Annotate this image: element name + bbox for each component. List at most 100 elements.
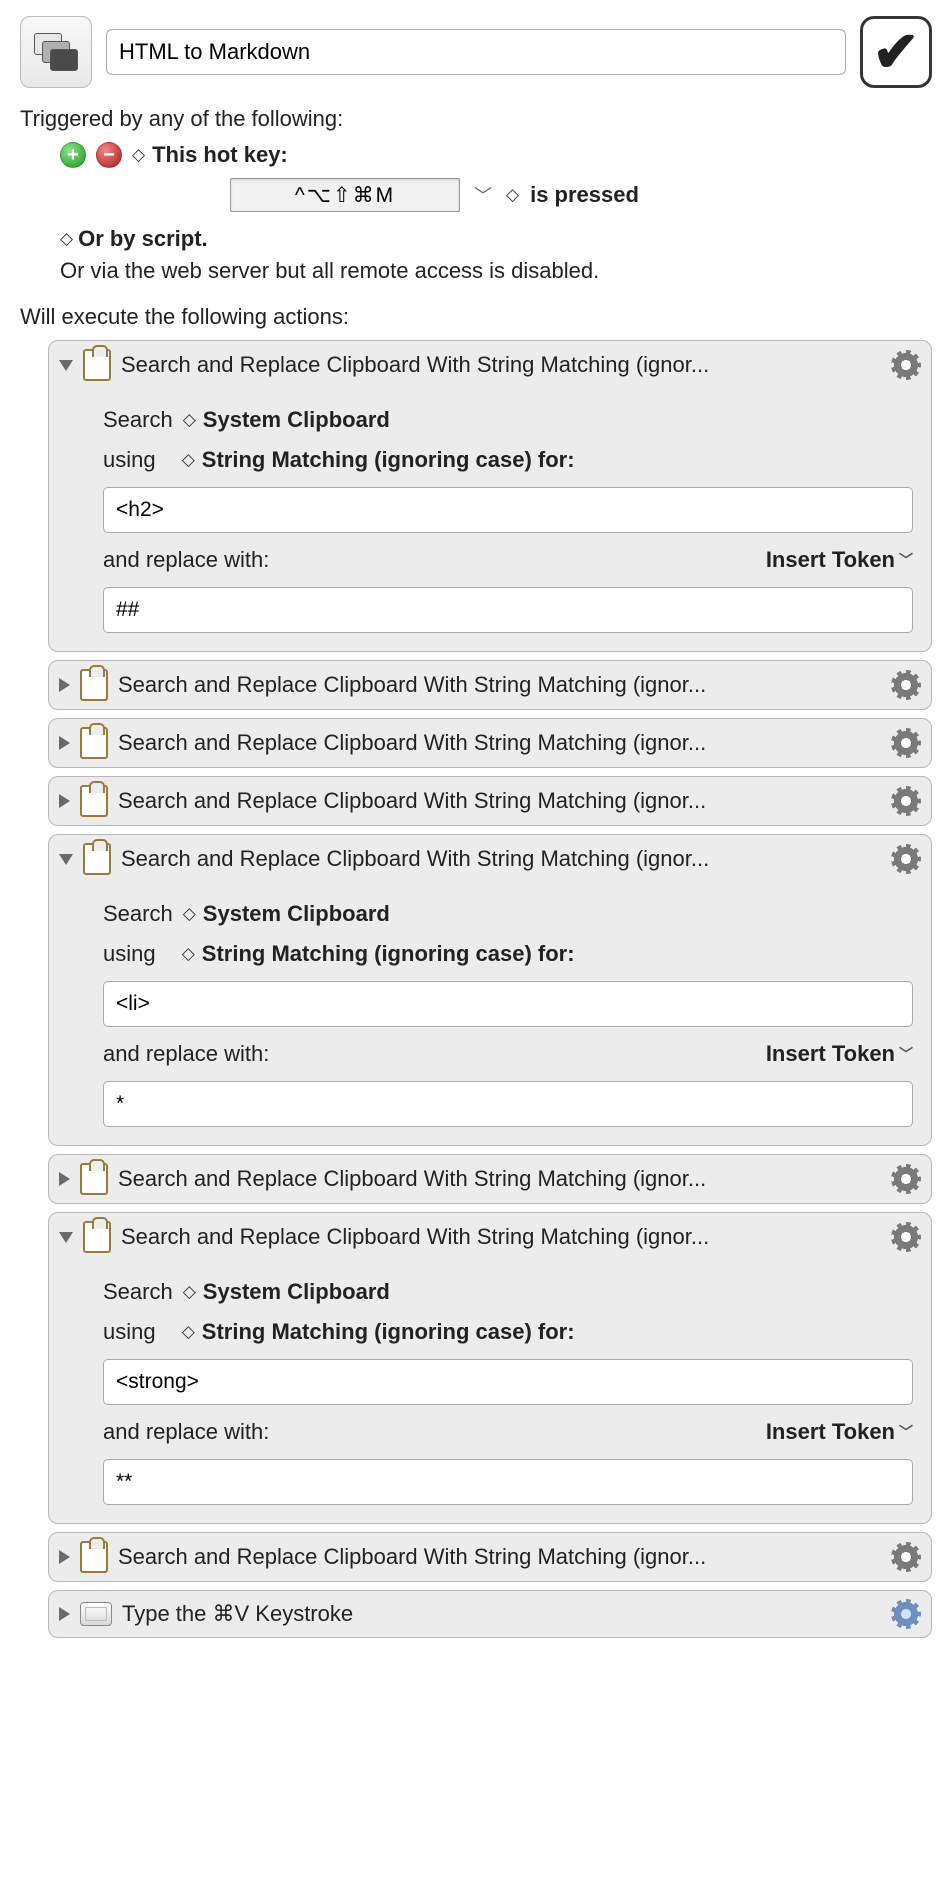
disclosure-triangle-icon[interactable] xyxy=(59,794,70,808)
match-mode-stepper[interactable]: ◇ xyxy=(182,944,192,964)
clipboard-icon xyxy=(83,843,111,875)
action-header[interactable]: Search and Replace Clipboard With String… xyxy=(49,1213,931,1261)
clipboard-icon xyxy=(80,1163,108,1195)
replace-with-input[interactable] xyxy=(103,1081,913,1127)
clipboard-source-label: System Clipboard xyxy=(203,407,390,433)
insert-token-button[interactable]: Insert Token ﹀ xyxy=(766,547,913,573)
hotkey-menu-chevron-icon[interactable]: ﹀ xyxy=(474,182,492,208)
action-item: Search and Replace Clipboard With String… xyxy=(48,660,932,710)
replace-with-label: and replace with: xyxy=(103,1419,269,1445)
action-item: Search and Replace Clipboard With String… xyxy=(48,1154,932,1204)
chevron-down-icon: ﹀ xyxy=(899,1422,913,1442)
hotkey-field[interactable] xyxy=(230,178,460,212)
script-label: Or by script. xyxy=(78,226,208,252)
action-body: Search ◇ System Clipboard using ◇ String Mat… xyxy=(49,883,931,1145)
action-header[interactable]: Search and Replace Clipboard With String… xyxy=(49,661,931,709)
action-header[interactable]: Search and Replace Clipboard With String… xyxy=(49,719,931,767)
action-title: Search and Replace Clipboard With String… xyxy=(118,788,881,814)
search-label: Search xyxy=(103,1279,173,1305)
clipboard-source-stepper[interactable]: ◇ xyxy=(183,904,193,924)
action-item: Search and Replace Clipboard With String… xyxy=(48,1532,932,1582)
remove-trigger-button[interactable]: − xyxy=(96,142,122,168)
replace-with-input[interactable] xyxy=(103,587,913,633)
using-label: using xyxy=(103,941,156,967)
action-item: Search and Replace Clipboard With String… xyxy=(48,340,932,652)
search-label: Search xyxy=(103,901,173,927)
hotkey-label: This hot key: xyxy=(152,142,288,168)
trigger-row-hotkey: + − ◇ This hot key: xyxy=(60,142,932,168)
search-for-input[interactable] xyxy=(103,981,913,1027)
action-item: Search and Replace Clipboard With String… xyxy=(48,834,932,1146)
action-title: Search and Replace Clipboard With String… xyxy=(118,1544,881,1570)
using-label: using xyxy=(103,447,156,473)
action-header[interactable]: Search and Replace Clipboard With String… xyxy=(49,835,931,883)
trigger-type-stepper[interactable]: ◇ xyxy=(132,145,142,165)
trigger-row-script: ◇ Or by script. xyxy=(60,226,932,252)
gear-icon[interactable] xyxy=(891,670,921,700)
search-for-input[interactable] xyxy=(103,1359,913,1405)
gear-icon[interactable] xyxy=(891,1599,921,1629)
disclosure-triangle-icon[interactable] xyxy=(59,1172,70,1186)
macro-icon[interactable] xyxy=(20,16,92,88)
chevron-down-icon: ﹀ xyxy=(899,550,913,570)
search-for-input[interactable] xyxy=(103,487,913,533)
action-title: Search and Replace Clipboard With String… xyxy=(121,846,881,872)
chevron-down-icon: ﹀ xyxy=(899,1044,913,1064)
disclosure-triangle-icon[interactable] xyxy=(59,854,73,865)
action-title: Search and Replace Clipboard With String… xyxy=(121,352,881,378)
clipboard-source-label: System Clipboard xyxy=(203,1279,390,1305)
action-title: Search and Replace Clipboard With String… xyxy=(118,730,881,756)
insert-token-button[interactable]: Insert Token ﹀ xyxy=(766,1419,913,1445)
disclosure-triangle-icon[interactable] xyxy=(59,1607,70,1621)
actions-heading: Will execute the following actions: xyxy=(20,304,932,330)
macro-header: ✔ xyxy=(20,16,932,88)
action-header[interactable]: Search and Replace Clipboard With String… xyxy=(49,341,931,389)
insert-token-button[interactable]: Insert Token ﹀ xyxy=(766,1041,913,1067)
add-trigger-button[interactable]: + xyxy=(60,142,86,168)
script-trigger-stepper[interactable]: ◇ xyxy=(60,229,70,249)
gear-icon[interactable] xyxy=(891,844,921,874)
gear-icon[interactable] xyxy=(891,1542,921,1572)
action-item: Search and Replace Clipboard With String… xyxy=(48,1212,932,1524)
clipboard-source-stepper[interactable]: ◇ xyxy=(183,410,193,430)
action-title: Search and Replace Clipboard With String… xyxy=(118,1166,881,1192)
clipboard-icon xyxy=(83,1221,111,1253)
action-header[interactable]: Type the ⌘V Keystroke xyxy=(49,1591,931,1637)
action-header[interactable]: Search and Replace Clipboard With String… xyxy=(49,1155,931,1203)
hotkey-config-row: ﹀ ◇ is pressed xyxy=(230,178,932,212)
disclosure-triangle-icon[interactable] xyxy=(59,736,70,750)
disclosure-triangle-icon[interactable] xyxy=(59,1232,73,1243)
replace-with-input[interactable] xyxy=(103,1459,913,1505)
match-mode-label: String Matching (ignoring case) for: xyxy=(202,447,575,473)
action-header[interactable]: Search and Replace Clipboard With String… xyxy=(49,777,931,825)
using-label: using xyxy=(103,1319,156,1345)
match-mode-stepper[interactable]: ◇ xyxy=(182,450,192,470)
trigger-row-remote: Or via the web server but all remote acc… xyxy=(60,258,932,284)
disclosure-triangle-icon[interactable] xyxy=(59,360,73,371)
macro-enabled-toggle[interactable]: ✔ xyxy=(860,16,932,88)
macro-title-input[interactable] xyxy=(106,29,846,75)
gear-icon[interactable] xyxy=(891,350,921,380)
gear-icon[interactable] xyxy=(891,1222,921,1252)
clipboard-icon xyxy=(80,785,108,817)
clipboard-icon xyxy=(80,1541,108,1573)
action-title: Type the ⌘V Keystroke xyxy=(122,1601,881,1627)
gear-icon[interactable] xyxy=(891,1164,921,1194)
clipboard-icon xyxy=(80,669,108,701)
hotkey-mode-stepper[interactable]: ◇ xyxy=(506,185,516,205)
clipboard-source-stepper[interactable]: ◇ xyxy=(183,1282,193,1302)
remote-label: Or via the web server but all remote acc… xyxy=(60,258,599,283)
disclosure-triangle-icon[interactable] xyxy=(59,678,70,692)
disclosure-triangle-icon[interactable] xyxy=(59,1550,70,1564)
clipboard-source-label: System Clipboard xyxy=(203,901,390,927)
match-mode-label: String Matching (ignoring case) for: xyxy=(202,941,575,967)
action-item: Search and Replace Clipboard With String… xyxy=(48,718,932,768)
action-body: Search◇System Clipboardusing ◇String Mat… xyxy=(49,1261,931,1523)
match-mode-stepper[interactable]: ◇ xyxy=(182,1322,192,1342)
replace-with-label: and replace with: xyxy=(103,547,269,573)
action-header[interactable]: Search and Replace Clipboard With String… xyxy=(49,1533,931,1581)
gear-icon[interactable] xyxy=(891,786,921,816)
triggers-heading: Triggered by any of the following: xyxy=(20,106,932,132)
gear-icon[interactable] xyxy=(891,728,921,758)
action-title: Search and Replace Clipboard With String… xyxy=(118,672,881,698)
